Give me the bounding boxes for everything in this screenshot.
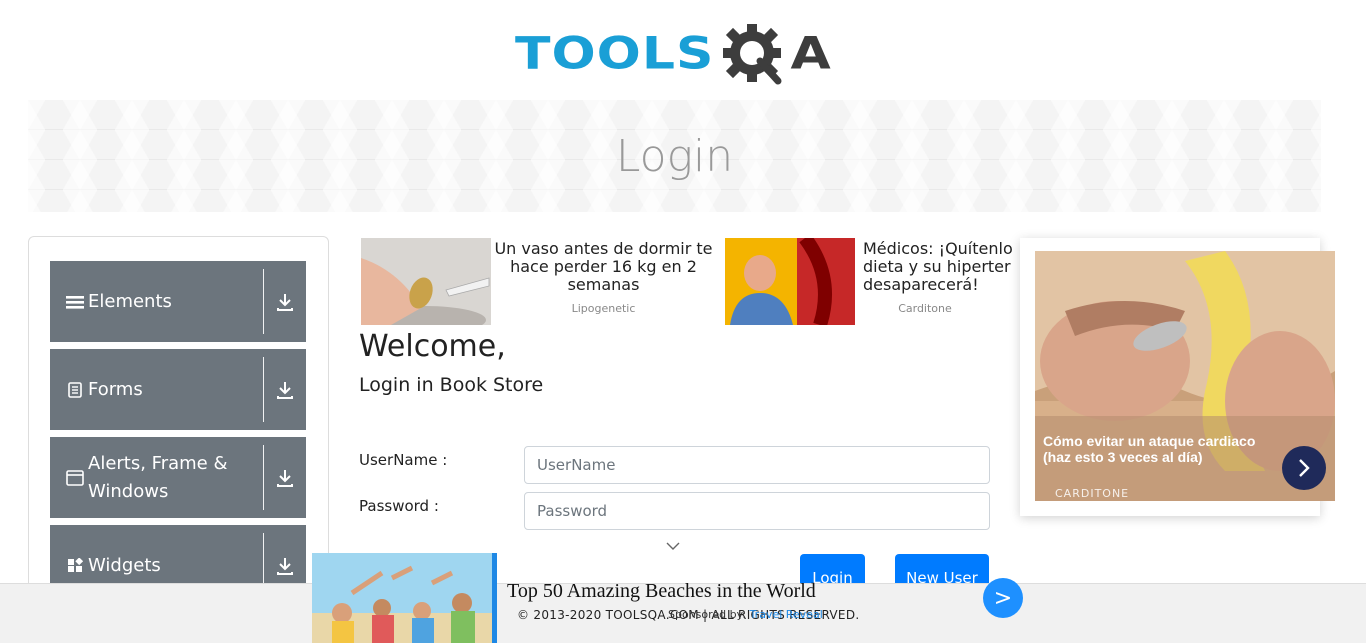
password-label: Password : bbox=[359, 497, 439, 515]
login-subtitle: Login in Book Store bbox=[359, 374, 544, 396]
gear-magnifier-icon bbox=[716, 19, 796, 89]
side-ad-image: Cómo evitar un ataque cardiaco (haz esto… bbox=[1035, 251, 1335, 501]
chevron-down-icon[interactable] bbox=[665, 538, 681, 552]
sidebar-item-label: Elements bbox=[88, 290, 172, 312]
widgets-icon bbox=[66, 557, 84, 575]
download-icon[interactable] bbox=[264, 349, 306, 430]
sidebar-group-elements[interactable]: Elements bbox=[50, 261, 306, 342]
side-ad-caption: Cómo evitar un ataque cardiaco (haz esto… bbox=[1043, 433, 1256, 465]
sponsored-label: Sponsored by: bbox=[668, 608, 747, 621]
divider bbox=[263, 357, 264, 422]
bottom-ad-go-button[interactable]: > bbox=[983, 578, 1023, 618]
bottom-ad-title: Top 50 Amazing Beaches in the World bbox=[507, 580, 816, 602]
ad-card[interactable]: Un vaso antes de dormir te hace perder 1… bbox=[361, 238, 716, 334]
page: TOOLS A Login Elements Forms Alerts, Fra… bbox=[0, 0, 1366, 643]
logo-a-text: A bbox=[790, 28, 831, 79]
sidebar-item-label: Forms bbox=[88, 378, 143, 400]
chevron-right-icon[interactable] bbox=[1282, 446, 1326, 490]
ad-source: Carditone bbox=[898, 302, 952, 315]
bottom-ad-image bbox=[312, 553, 492, 643]
sponsor-link[interactable]: Travel Reveal bbox=[750, 608, 823, 621]
bottom-ad-sponsor: Sponsored by: Travel Reveal bbox=[668, 608, 823, 621]
toolsqa-logo[interactable]: TOOLS A bbox=[515, 16, 840, 91]
ad-image bbox=[361, 238, 491, 334]
download-icon[interactable] bbox=[264, 261, 306, 342]
page-banner: Login bbox=[28, 100, 1321, 212]
sidebar-group-forms[interactable]: Forms bbox=[50, 349, 306, 430]
sidebar-item-label: Widgets bbox=[88, 554, 161, 576]
menu-icon bbox=[66, 293, 84, 311]
divider bbox=[263, 269, 264, 334]
sidebar-item-label: Alerts, Frame & Windows bbox=[88, 452, 228, 502]
window-icon bbox=[66, 469, 84, 487]
bottom-ad[interactable]: Top 50 Amazing Beaches in the World Spon… bbox=[312, 553, 1032, 643]
ad-headline: Médicos: ¡Quítenlo dieta y su hiperter d… bbox=[863, 239, 1013, 294]
ad-headline: Un vaso antes de dormir te hace perder 1… bbox=[494, 239, 713, 294]
ad-source: Lipogenetic bbox=[571, 302, 636, 315]
username-input[interactable] bbox=[524, 446, 990, 484]
left-sidebar: Elements Forms Alerts, Frame & Windows W… bbox=[28, 236, 329, 643]
divider bbox=[263, 445, 264, 510]
form-icon bbox=[66, 381, 84, 399]
password-input[interactable] bbox=[524, 492, 990, 530]
welcome-heading: Welcome, bbox=[359, 329, 506, 364]
logo-tools-text: TOOLS bbox=[515, 28, 715, 79]
bottom-ad-accent-bar bbox=[492, 553, 497, 643]
ad-image bbox=[725, 238, 855, 326]
page-title: Login bbox=[615, 130, 734, 182]
sidebar-group-alerts-frame-windows[interactable]: Alerts, Frame & Windows bbox=[50, 437, 306, 518]
side-ad[interactable]: Cómo evitar un ataque cardiaco (haz esto… bbox=[1020, 238, 1335, 516]
side-ad-source: CARDITONE bbox=[1055, 487, 1130, 500]
download-icon[interactable] bbox=[264, 437, 306, 518]
ad-card[interactable]: Médicos: ¡Quítenlo dieta y su hiperter d… bbox=[725, 238, 1020, 326]
username-label: UserName : bbox=[359, 451, 448, 469]
